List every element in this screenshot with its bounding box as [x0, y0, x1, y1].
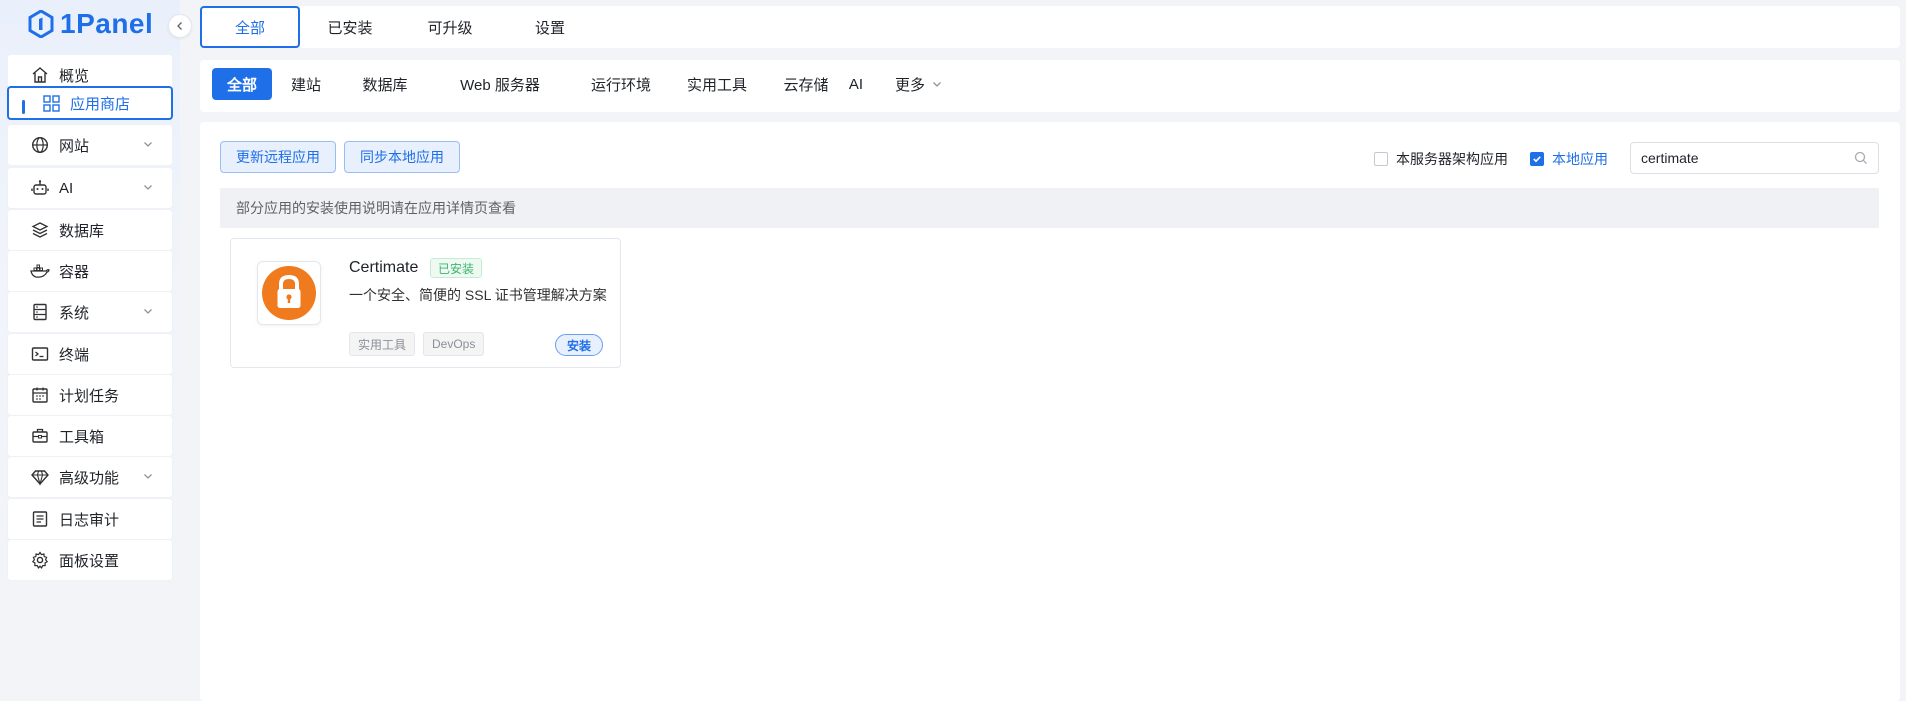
sidebar-item-app-store[interactable]: 应用商店 — [7, 86, 173, 120]
category-all[interactable]: 全部 — [212, 68, 272, 100]
toolbox-icon — [30, 426, 50, 446]
info-notice: 部分应用的安装使用说明请在应用详情页查看 — [220, 188, 1879, 228]
calendar-icon — [30, 385, 50, 405]
sidebar-item-container[interactable]: 容器 — [7, 250, 173, 292]
terminal-icon — [30, 344, 50, 364]
category-tools[interactable]: 实用工具 — [681, 68, 753, 100]
sidebar-item-database[interactable]: 数据库 — [7, 209, 173, 251]
sidebar-item-label: 系统 — [59, 304, 90, 322]
sidebar-item-label: 网站 — [59, 137, 90, 155]
server-icon — [30, 302, 50, 322]
sidebar-item-advanced[interactable]: 高级功能 — [7, 456, 173, 498]
app-tag: 实用工具 — [349, 332, 416, 356]
sidebar-item-label: 数据库 — [59, 222, 105, 240]
check-icon — [1530, 152, 1544, 166]
category-more-label: 更多 — [894, 76, 925, 94]
sidebar-item-system[interactable]: 系统 — [7, 291, 173, 333]
chevron-down-icon — [144, 309, 152, 314]
grid-icon — [41, 93, 61, 113]
home-icon — [30, 65, 50, 85]
tab-installed[interactable]: 已安装 — [300, 6, 400, 48]
chevron-down-icon — [144, 185, 152, 190]
tab-upgradable[interactable]: 可升级 — [400, 6, 500, 48]
sidebar-item-website[interactable]: 网站 — [7, 124, 173, 166]
docker-icon — [30, 261, 50, 281]
sidebar-item-label: 应用商店 — [70, 95, 131, 113]
logo[interactable]: 1Panel — [28, 6, 153, 42]
app-tag: DevOps — [423, 332, 485, 356]
app-icon[interactable] — [257, 261, 321, 325]
search-input[interactable] — [1641, 143, 1846, 173]
category-bar: 全部 建站 数据库 Web 服务器 运行环境 实用工具 云存储 AI 更多 — [200, 60, 1900, 112]
sidebar: 1Panel 概览 应用商店 网站 AI 数据库 容器 系统 终端 计划任务 工… — [0, 0, 192, 701]
sidebar-item-label: 终端 — [59, 346, 90, 364]
search-icon[interactable] — [1854, 151, 1868, 165]
category-web-server[interactable]: Web 服务器 — [442, 68, 558, 100]
sidebar-item-label: 计划任务 — [59, 387, 120, 405]
sidebar-item-label: 容器 — [59, 263, 90, 281]
sidebar-item-label: 面板设置 — [59, 552, 120, 570]
category-website[interactable]: 建站 — [284, 68, 328, 100]
sidebar-item-label: AI — [59, 179, 74, 197]
local-apps-checkbox[interactable]: 本地应用 — [1530, 149, 1608, 169]
sidebar-item-label: 概览 — [59, 67, 90, 85]
category-runtime[interactable]: 运行环境 — [585, 68, 657, 100]
chevron-down-icon — [144, 474, 152, 479]
collapse-sidebar-button[interactable] — [168, 14, 192, 38]
category-database[interactable]: 数据库 — [355, 68, 415, 100]
sidebar-item-cron[interactable]: 计划任务 — [7, 374, 173, 416]
lock-icon — [262, 266, 316, 320]
top-tab-bar: 全部 已安装 可升级 设置 — [200, 6, 1900, 48]
app-description: 一个安全、简便的 SSL 证书管理解决方案 — [349, 287, 607, 303]
category-ai[interactable]: AI — [826, 68, 886, 100]
sidebar-item-label: 工具箱 — [59, 428, 105, 446]
local-apps-label: 本地应用 — [1552, 151, 1608, 167]
gear-icon — [30, 550, 50, 570]
app-card[interactable]: Certimate 已安装 一个安全、简便的 SSL 证书管理解决方案 实用工具… — [230, 238, 621, 368]
sidebar-item-log-audit[interactable]: 日志审计 — [7, 498, 173, 540]
tab-settings[interactable]: 设置 — [500, 6, 600, 48]
main-panel: 更新远程应用 同步本地应用 本服务器架构应用 本地应用 部分应用的安装使用说明请… — [200, 122, 1900, 701]
log-icon — [30, 509, 50, 529]
sync-local-apps-button[interactable]: 同步本地应用 — [344, 141, 460, 173]
checkbox-box — [1374, 152, 1388, 166]
arch-filter-checkbox[interactable]: 本服务器架构应用 — [1374, 149, 1508, 169]
update-remote-apps-button[interactable]: 更新远程应用 — [220, 141, 336, 173]
chevron-down-icon — [144, 142, 152, 147]
install-button[interactable]: 安装 — [555, 334, 603, 356]
sidebar-item-toolbox[interactable]: 工具箱 — [7, 415, 173, 457]
status-badge: 已安装 — [430, 258, 483, 278]
app-root: 1Panel 概览 应用商店 网站 AI 数据库 容器 系统 终端 计划任务 工… — [0, 0, 1906, 701]
chevron-down-icon — [933, 82, 941, 87]
diamond-icon — [30, 467, 50, 487]
tab-all[interactable]: 全部 — [200, 6, 300, 48]
globe-icon — [30, 135, 50, 155]
layers-icon — [30, 220, 50, 240]
sidebar-item-label: 高级功能 — [59, 469, 120, 487]
search-box — [1630, 142, 1879, 174]
logo-icon — [28, 10, 54, 38]
arch-filter-label: 本服务器架构应用 — [1396, 151, 1508, 167]
sidebar-item-ai[interactable]: AI — [7, 167, 173, 209]
app-name[interactable]: Certimate — [349, 259, 418, 277]
chevron-left-icon — [177, 22, 182, 30]
category-more[interactable]: 更多 — [886, 68, 952, 100]
sidebar-item-terminal[interactable]: 终端 — [7, 333, 173, 375]
logo-text: 1Panel — [60, 8, 154, 39]
sidebar-item-label: 日志审计 — [59, 511, 120, 529]
robot-icon — [30, 178, 50, 198]
sidebar-item-panel-settings[interactable]: 面板设置 — [7, 539, 173, 581]
